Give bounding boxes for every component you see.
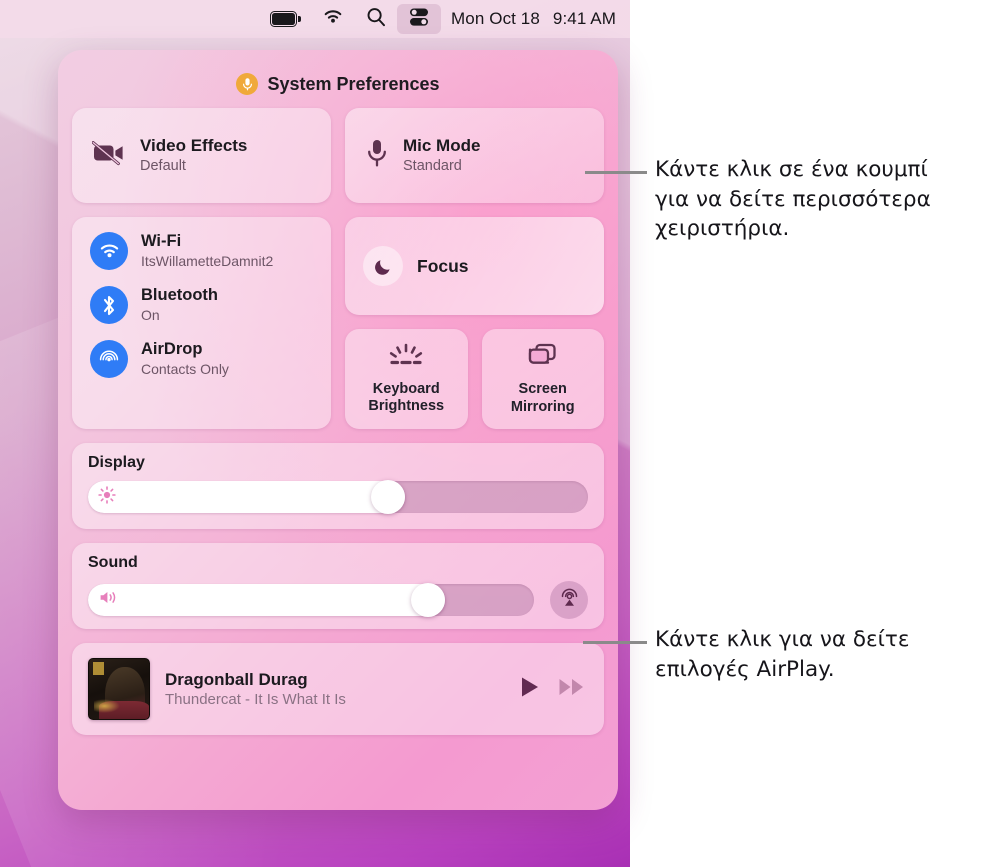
now-playing-title: Dragonball Durag <box>165 669 308 689</box>
now-playing-tile[interactable]: Dragonball Durag Thundercat - It Is What… <box>72 643 604 735</box>
airplay-audio-button[interactable] <box>550 581 588 619</box>
display-slider-knob[interactable] <box>371 480 405 514</box>
keyboard-brightness-label-line2: Brightness <box>368 398 445 414</box>
screen-mirroring-icon <box>526 342 559 374</box>
video-effects-title: Video Effects <box>140 136 248 156</box>
focus-and-shortcuts-column: Focus Keyboard Brightness Screen Mirrori… <box>345 217 604 429</box>
microphone-icon <box>365 138 389 173</box>
airdrop-value: Contacts Only <box>141 360 229 377</box>
bluetooth-row[interactable]: Bluetooth On <box>90 286 331 324</box>
sound-tile: Sound <box>72 543 604 629</box>
sound-slider-knob[interactable] <box>410 583 445 617</box>
wifi-icon <box>90 232 128 270</box>
wifi-value: ItsWillametteDamnit2 <box>141 252 274 269</box>
callout-airplay: Κάντε κλικ για να δείτε επιλογές AirPlay… <box>655 625 995 684</box>
album-artwork <box>88 658 150 720</box>
callout-airplay-line2: επιλογές AirPlay. <box>655 656 835 682</box>
now-playing-text: Dragonball Durag Thundercat - It Is What… <box>165 669 504 710</box>
screen-mirroring-label-line2: Mirroring <box>510 398 575 415</box>
display-tile: Display <box>72 443 604 529</box>
play-button[interactable] <box>519 675 541 704</box>
keyboard-brightness-tile[interactable]: Keyboard Brightness <box>345 329 468 429</box>
video-effects-tile[interactable]: Video Effects Default <box>72 108 331 203</box>
search-icon <box>366 7 386 32</box>
control-center-panel: System Preferences Video Effects Default <box>58 50 618 810</box>
display-slider-wrap <box>88 480 588 514</box>
fast-forward-icon <box>558 678 586 701</box>
wifi-menu-item[interactable] <box>311 4 355 34</box>
screenshot-root: Mon Oct 18 9:41 AM System Preferences Vi… <box>0 0 995 867</box>
control-center-icon <box>408 7 430 32</box>
menu-bar-time: 9:41 AM <box>552 9 616 28</box>
callout-airplay-line1: Κάντε κλικ για να δείτε <box>655 627 910 652</box>
wifi-icon <box>322 8 344 30</box>
network-tile: Wi-Fi ItsWillametteDamnit2 Bluetooth On <box>72 217 331 429</box>
play-icon <box>519 677 541 703</box>
moon-icon <box>363 246 403 286</box>
menu-bar-date: Mon Oct 18 <box>451 9 540 28</box>
focus-tile[interactable]: Focus <box>345 217 604 315</box>
page-title: System Preferences <box>267 73 440 94</box>
callout-buttons-line2: για να δείτε περισσότερα <box>655 186 931 212</box>
sound-slider-wrap <box>88 581 588 619</box>
spotlight-menu-item[interactable] <box>355 4 397 34</box>
callout-buttons-line1: Κάντε κλικ σε ένα κουμπί <box>655 157 928 182</box>
display-label: Display <box>88 454 145 471</box>
row-camera-mic: Video Effects Default Mic Mode Standard <box>72 108 604 203</box>
microphone-icon <box>236 73 259 95</box>
menu-bar-clock[interactable]: Mon Oct 18 9:41 AM <box>441 9 616 29</box>
airdrop-row[interactable]: AirDrop Contacts Only <box>90 340 331 378</box>
menu-bar: Mon Oct 18 9:41 AM <box>0 0 630 38</box>
mic-mode-title: Mic Mode <box>403 136 481 156</box>
focus-label: Focus <box>417 255 469 276</box>
brightness-icon <box>98 485 116 509</box>
fast-forward-button[interactable] <box>558 677 586 702</box>
display-brightness-slider[interactable] <box>88 480 588 514</box>
row-network-focus: Wi-Fi ItsWillametteDamnit2 Bluetooth On <box>72 217 604 429</box>
callout-buttons: Κάντε κλικ σε ένα κουμπί για να δείτε πε… <box>655 155 995 244</box>
airdrop-title: AirDrop <box>141 340 203 358</box>
bluetooth-icon <box>90 286 128 324</box>
keyboard-brightness-label: Keyboard Brightness <box>368 381 444 415</box>
bluetooth-title: Bluetooth <box>141 286 218 304</box>
sound-volume-slider[interactable] <box>88 583 534 617</box>
screen-mirroring-label-line1: Screen <box>518 381 567 398</box>
keyboard-brightness-icon <box>387 343 425 374</box>
now-playing-controls <box>519 675 586 704</box>
speaker-wave-icon <box>98 589 120 611</box>
airplay-audio-icon <box>558 586 581 614</box>
mic-mode-tile[interactable]: Mic Mode Standard <box>345 108 604 203</box>
battery-status-item[interactable] <box>259 4 311 34</box>
now-playing-subtitle: Thundercat - It Is What It Is <box>165 690 346 708</box>
wifi-row[interactable]: Wi-Fi ItsWillametteDamnit2 <box>90 232 331 270</box>
wifi-title: Wi-Fi <box>141 232 182 250</box>
video-effects-value: Default <box>140 157 186 174</box>
keyboard-brightness-label-line1: Keyboard <box>372 380 440 397</box>
control-center-menu-item[interactable] <box>397 4 442 34</box>
shortcut-tiles: Keyboard Brightness Screen Mirroring <box>345 329 604 429</box>
airdrop-icon <box>90 340 128 378</box>
video-camera-off-icon <box>91 140 126 171</box>
callout-buttons-line3: χειριστήρια. <box>655 216 790 242</box>
screen-mirroring-label: Screen Mirroring <box>511 381 575 415</box>
bluetooth-value: On <box>141 306 160 323</box>
callout-buttons-leader-line <box>585 171 647 174</box>
control-center-header: System Preferences <box>72 62 604 106</box>
callout-airplay-leader-line <box>583 641 647 644</box>
sound-label: Sound <box>88 554 138 571</box>
mic-mode-value: Standard <box>403 157 462 174</box>
screen-mirroring-tile[interactable]: Screen Mirroring <box>481 329 604 429</box>
battery-icon <box>270 11 301 27</box>
